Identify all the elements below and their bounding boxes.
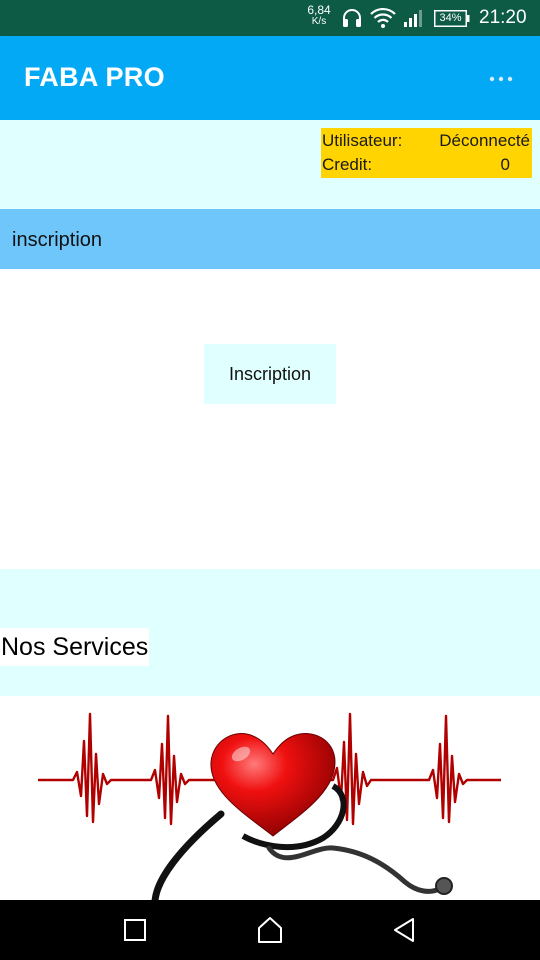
heart-stethoscope-icon <box>38 712 501 900</box>
status-bar: 6,84 K/s 34% 21:20 <box>0 0 540 36</box>
user-status-box: Utilisateur: Déconnecté Credit: 0 <box>321 128 532 178</box>
network-speed-value: 6,84 <box>307 3 331 17</box>
user-label: Utilisateur: <box>322 131 403 150</box>
user-value: Déconnecté <box>439 131 530 150</box>
inscription-header: inscription <box>0 209 540 269</box>
credit-label: Credit: <box>322 155 373 174</box>
inscription-header-title: inscription <box>12 229 103 251</box>
wifi-icon <box>370 7 396 28</box>
signal-icon <box>404 10 422 27</box>
user-row: Utilisateur: Déconnecté <box>322 129 530 153</box>
register-area: Inscription <box>0 269 540 569</box>
service-image[interactable] <box>33 696 503 900</box>
app-title: FABA PRO <box>24 62 165 92</box>
status-time: 21:20 <box>479 7 527 28</box>
navigation-bar <box>0 900 540 960</box>
recents-square-icon[interactable] <box>119 914 151 946</box>
credit-value: 0 <box>500 155 510 174</box>
network-speed-unit: K/s <box>311 16 327 27</box>
network-speed: 6,84 K/s <box>304 4 334 27</box>
credit-row: Credit: 0 <box>322 153 530 177</box>
services-section: Nos Services <box>0 569 540 696</box>
services-title: Nos Services <box>0 628 150 666</box>
more-horizontal-icon[interactable] <box>484 66 518 92</box>
app-bar: FABA PRO <box>0 36 540 120</box>
battery-indicator: 34% <box>434 10 470 27</box>
user-info-section: Utilisateur: Déconnecté Credit: 0 <box>0 120 540 209</box>
home-icon[interactable] <box>254 914 286 946</box>
battery-level: 34% <box>439 12 462 24</box>
inscription-button[interactable]: Inscription <box>204 344 336 404</box>
headphones-icon <box>343 9 361 27</box>
back-triangle-icon[interactable] <box>389 914 421 946</box>
